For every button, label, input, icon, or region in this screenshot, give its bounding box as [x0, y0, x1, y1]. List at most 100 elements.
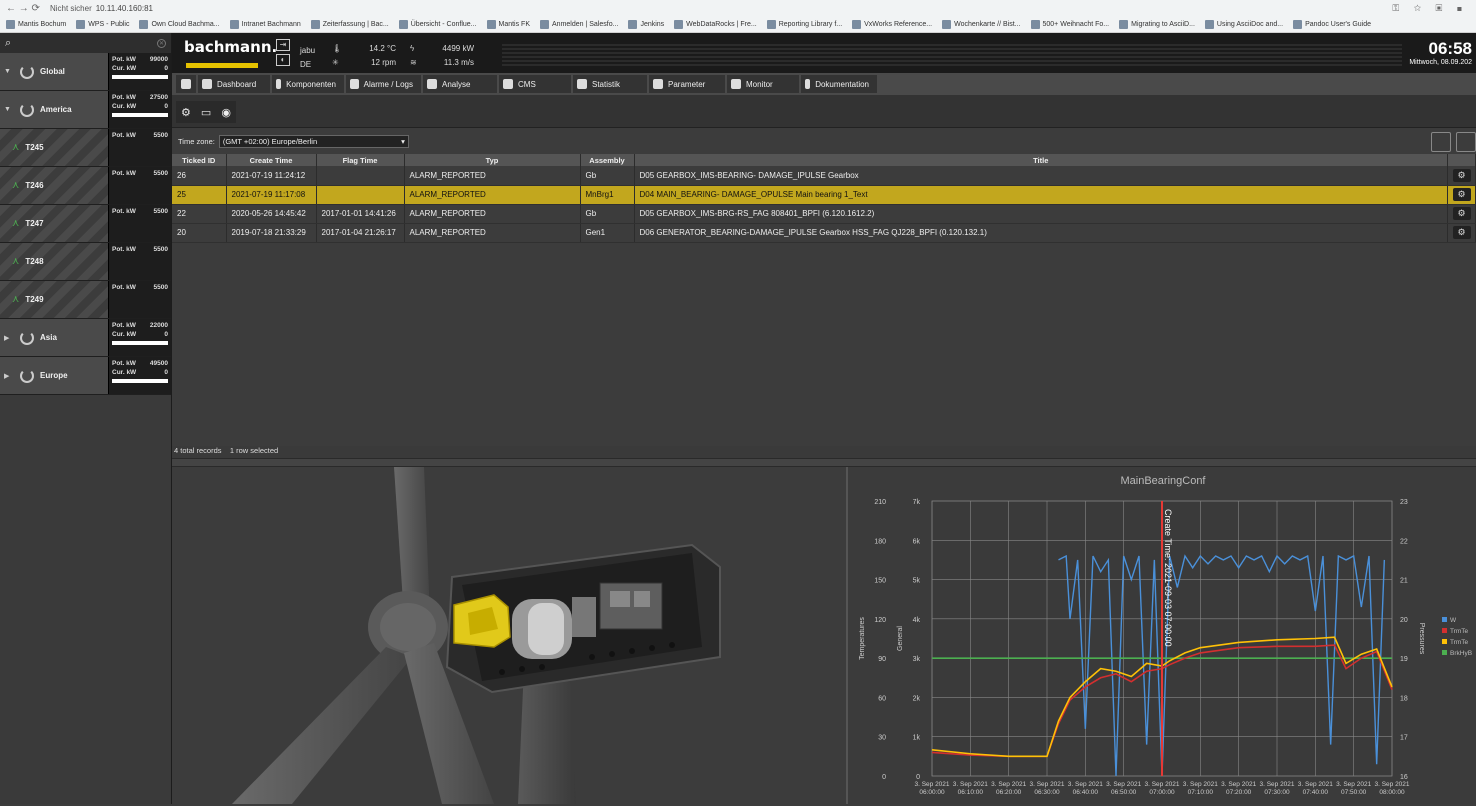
- gear-icon[interactable]: ⚙: [1452, 207, 1471, 220]
- node-name: T248: [25, 257, 44, 266]
- clear-icon[interactable]: ✕: [157, 38, 166, 48]
- x-tick-date: 3. Sep 2021: [1029, 781, 1064, 788]
- column-header-title[interactable]: Title: [634, 154, 1448, 166]
- x-tick-time: 06:20:00: [996, 789, 1022, 796]
- node-kw-panel: Pot. kW 49500 Cur. kW 0: [108, 357, 171, 394]
- legend-swatch: [1442, 628, 1447, 633]
- export-icon[interactable]: [1456, 132, 1476, 152]
- bookmark-item[interactable]: VxWorks Reference...: [852, 19, 932, 29]
- potential-kw: 5500: [153, 170, 168, 177]
- expand-arrow-icon[interactable]: ▼: [4, 106, 14, 113]
- cell-actions: ⚙: [1447, 223, 1476, 243]
- monitor-icon: [731, 79, 741, 89]
- node-kw-panel: Pot. kW 27500 Cur. kW 0: [108, 91, 171, 128]
- column-header-create-time[interactable]: Create Time: [226, 154, 317, 166]
- node-name: T249: [25, 295, 44, 304]
- browser-extension-icons[interactable]: ⚿ ☆ ▣ ◼: [1392, 3, 1468, 14]
- tab-cms[interactable]: CMS: [499, 75, 571, 93]
- x-tick-time: 07:30:00: [1264, 789, 1290, 796]
- status-bar: 4 total records 1 row selected: [172, 446, 1476, 458]
- tab-analyse[interactable]: Analyse: [423, 75, 497, 93]
- bookmark-item[interactable]: Pandoc User's Guide: [1293, 19, 1371, 29]
- cms-view-switcher: ⚙ ▭ ◉: [176, 101, 236, 123]
- tree-node-t245[interactable]: ⋏ T245 Pot. kW 5500: [0, 129, 171, 167]
- gear-icon[interactable]: ⚙: [1452, 168, 1471, 182]
- tab-komponenten[interactable]: Komponenten: [272, 75, 344, 93]
- copy-icon[interactable]: [1431, 132, 1451, 152]
- table-row[interactable]: 20 2019-07-18 21:33:29 2017-01-04 21:26:17…: [172, 223, 1476, 243]
- cms-bearing-icon[interactable]: ▭: [201, 106, 211, 119]
- timezone-select[interactable]: (GMT +02:00) Europe/Berlin ▾: [218, 135, 409, 148]
- table-header-row: Ticked ID Create Time Flag Time Typ Asse…: [172, 154, 1476, 166]
- table-row[interactable]: 22 2020-05-26 14:45:42 2017-01-01 14:41:26…: [172, 204, 1476, 224]
- gear-icon[interactable]: ⚙: [1452, 226, 1471, 239]
- bookmark-item[interactable]: Mantis Bochum: [6, 19, 66, 29]
- node-kw-panel: Pot. kW 5500: [108, 281, 171, 318]
- column-header-assembly[interactable]: Assembly: [580, 154, 635, 166]
- language-icon[interactable]: ◐: [276, 54, 290, 66]
- gear-icon[interactable]: ⚙: [1452, 188, 1471, 201]
- bookmark-item[interactable]: Migrating to AsciiD...: [1119, 19, 1195, 29]
- tree-search[interactable]: ⌕ ✕: [0, 33, 171, 53]
- bookmark-item[interactable]: 500+ Weihnacht Fo...: [1030, 19, 1109, 29]
- logout-icon[interactable]: ⇥: [276, 39, 290, 51]
- panel-splitter[interactable]: [172, 458, 1476, 467]
- tree-node-t248[interactable]: ⋏ T248 Pot. kW 5500: [0, 243, 171, 281]
- manual-mode-button[interactable]: [176, 75, 196, 93]
- tab-dashboard[interactable]: Dashboard: [198, 75, 270, 93]
- bookmark-item[interactable]: Intranet Bachmann: [229, 19, 301, 29]
- cms-target-icon[interactable]: ◉: [221, 106, 231, 119]
- bookmark-item[interactable]: WPS - Public: [76, 19, 129, 29]
- wind-icon: ≋: [410, 57, 417, 67]
- url-text[interactable]: 10.11.40.160:81: [96, 4, 153, 13]
- legend-swatch: [1442, 650, 1447, 655]
- rotor-speed-value: 12 rpm: [371, 57, 396, 67]
- bookmark-item[interactable]: Wochenkarte // Bist...: [942, 19, 1021, 29]
- tree-node-asia[interactable]: ▶ Asia Pot. kW 22000 Cur. kW 0: [0, 319, 171, 357]
- node-kw-panel: Pot. kW 5500: [108, 129, 171, 166]
- bookmark-item[interactable]: Reporting Library f...: [766, 19, 842, 29]
- table-row[interactable]: 25 2021-07-19 11:17:08 ALARM_REPORTED MnBrg…: [172, 185, 1476, 205]
- bookmark-item[interactable]: Anmelden | Salesfo...: [540, 19, 618, 29]
- bookmark-item[interactable]: Mantis FK: [486, 19, 530, 29]
- node-name: T247: [25, 219, 44, 228]
- cms-gears-icon[interactable]: ⚙: [181, 106, 191, 119]
- tree-node-t249[interactable]: ⋏ T249 Pot. kW 5500: [0, 281, 171, 319]
- table-row[interactable]: 26 2021-07-19 11:24:12 ALARM_REPORTED Gb D05…: [172, 166, 1476, 186]
- tree-node-global[interactable]: ▼ Global Pot. kW 99000 Cur. kW 0: [0, 53, 171, 91]
- site-tree: ▼ Global Pot. kW 99000 Cur. kW 0 ▼ America Pot. …: [0, 53, 171, 395]
- bookmark-item[interactable]: Zeiterfassung | Bac...: [310, 19, 389, 29]
- tab-monitor[interactable]: Monitor: [727, 75, 799, 93]
- x-tick-date: 3. Sep 2021: [1106, 781, 1141, 788]
- node-kw-panel: Pot. kW 5500: [108, 243, 171, 280]
- search-icon[interactable]: ⌕: [5, 37, 11, 50]
- column-header-id[interactable]: Ticked ID: [172, 154, 227, 166]
- nacelle-3d-view[interactable]: [172, 467, 846, 804]
- expand-arrow-icon[interactable]: ▶: [4, 372, 14, 380]
- logo-underline: [186, 63, 258, 68]
- trend-chart[interactable]: MainBearingConf 0 0 16 30 1k 17 60 2k 18 90 3k 19 120…: [848, 467, 1476, 804]
- tab-alarme-logs[interactable]: Alarme / Logs: [346, 75, 421, 93]
- bookmark-item[interactable]: Jenkins: [628, 19, 664, 29]
- kw-bar: [112, 341, 168, 345]
- tree-node-t246[interactable]: ⋏ T246 Pot. kW 5500: [0, 167, 171, 205]
- cell-assembly: Gb: [580, 204, 635, 224]
- bookmark-item[interactable]: WebDataRocks | Fre...: [674, 19, 757, 29]
- tab-statistik[interactable]: Statistik: [573, 75, 647, 93]
- tree-node-america[interactable]: ▼ America Pot. kW 27500 Cur. kW 0: [0, 91, 171, 129]
- tab-parameter[interactable]: Parameter: [649, 75, 725, 93]
- bachmann-logo: bachmann.: [184, 38, 278, 56]
- expand-arrow-icon[interactable]: ▼: [4, 68, 14, 75]
- tree-node-europe[interactable]: ▶ Europe Pot. kW 49500 Cur. kW 0: [0, 357, 171, 395]
- tree-node-t247[interactable]: ⋏ T247 Pot. kW 5500: [0, 205, 171, 243]
- expand-arrow-icon[interactable]: ▶: [4, 334, 14, 342]
- user-name: jabu: [300, 46, 316, 55]
- bookmark-item[interactable]: Übersicht - Conflue...: [398, 19, 477, 29]
- bookmark-item[interactable]: Using AsciiDoc and...: [1204, 19, 1283, 29]
- column-header-flag-time[interactable]: Flag Time: [316, 154, 405, 166]
- column-header-typ[interactable]: Typ: [404, 154, 581, 166]
- browser-nav-icons[interactable]: ← → ⟳: [6, 3, 40, 14]
- bookmark-item[interactable]: Own Cloud Bachma...: [139, 19, 220, 29]
- tab-dokumentation[interactable]: Dokumentation: [801, 75, 877, 93]
- wind-speed-value: 11.3 m/s: [443, 57, 474, 67]
